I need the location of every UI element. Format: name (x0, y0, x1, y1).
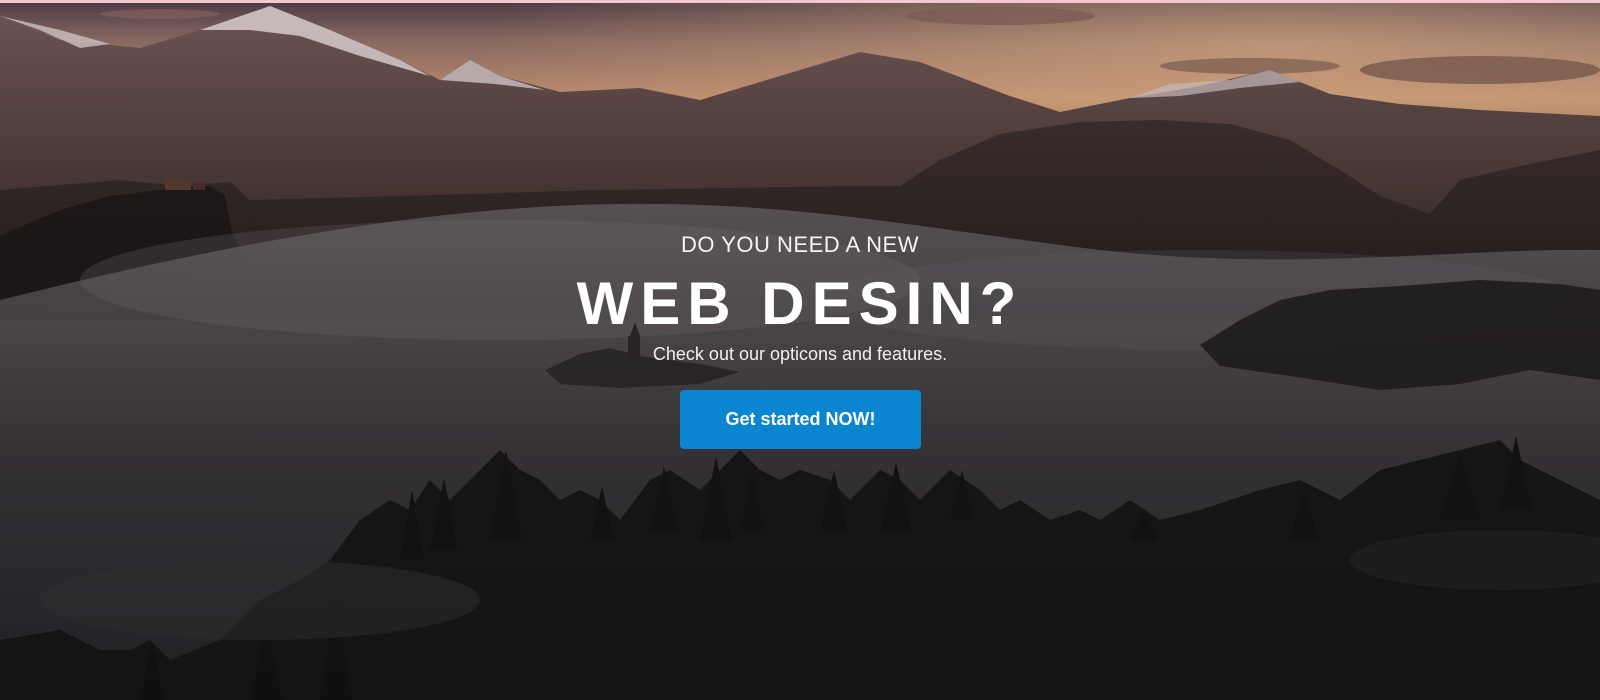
hero-headline: WEB DESIN? (576, 270, 1024, 337)
hero-content: DO YOU NEED A NEW WEB DESIN? Check out o… (0, 0, 1600, 700)
get-started-button[interactable]: Get started NOW! (680, 390, 921, 449)
hero-section: DO YOU NEED A NEW WEB DESIN? Check out o… (0, 0, 1600, 700)
top-accent-line (0, 0, 1600, 3)
hero-subtitle: Check out our opticons and features. (652, 344, 948, 364)
hero-eyebrow: DO YOU NEED A NEW (681, 232, 919, 257)
